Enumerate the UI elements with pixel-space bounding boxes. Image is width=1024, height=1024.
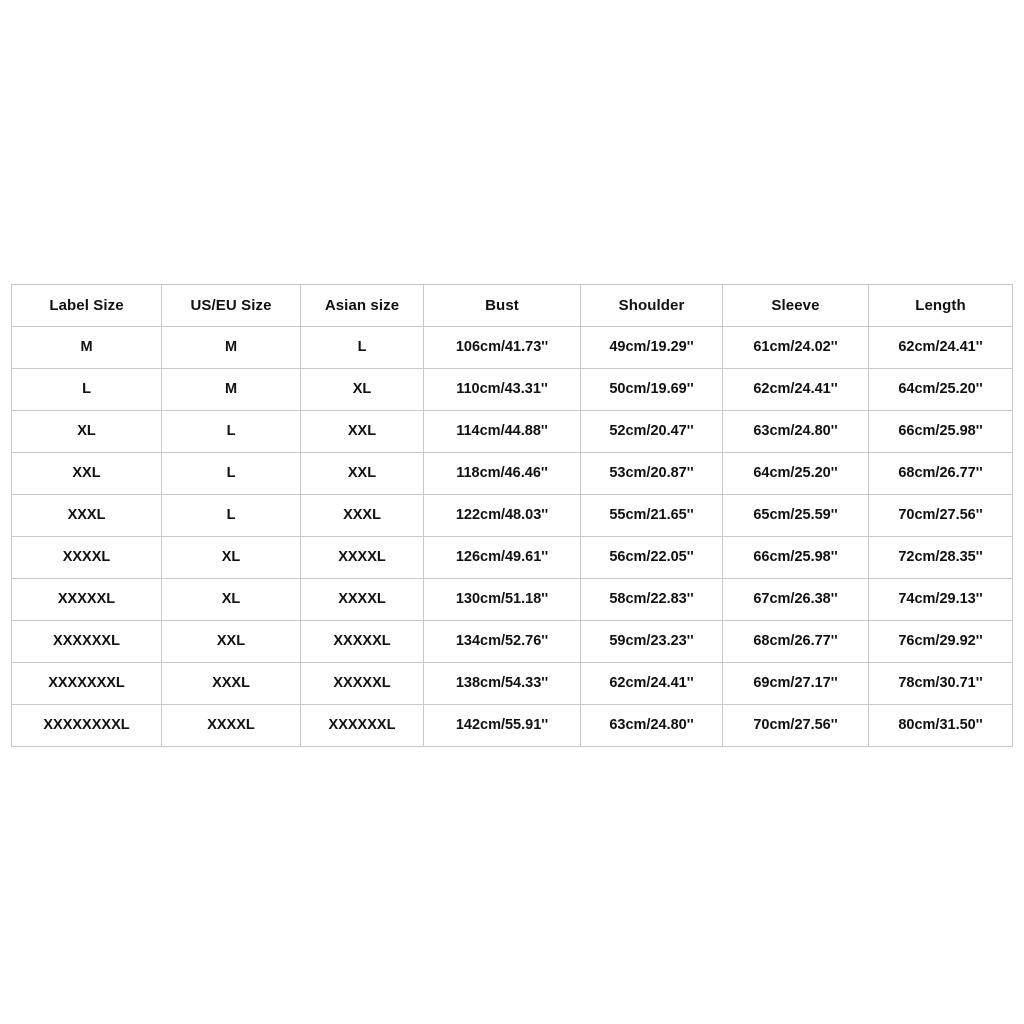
cell-shoulder: 55cm/21.65'' bbox=[580, 494, 723, 537]
cell-sleeve: 68cm/26.77'' bbox=[722, 620, 869, 663]
cell-sleeve: 61cm/24.02'' bbox=[722, 326, 869, 369]
cell-asian-size: XXL bbox=[300, 452, 424, 495]
cell-sleeve: 67cm/26.38'' bbox=[722, 578, 869, 621]
column-header-sleeve: Sleeve bbox=[722, 284, 869, 327]
cell-length: 74cm/29.13'' bbox=[868, 578, 1013, 621]
cell-sleeve: 70cm/27.56'' bbox=[722, 704, 869, 747]
table-row: L M XL 110cm/43.31'' 50cm/19.69'' 62cm/2… bbox=[11, 368, 1013, 411]
cell-label-size: M bbox=[11, 326, 162, 369]
table-row: XXXXL XL XXXXL 126cm/49.61'' 56cm/22.05'… bbox=[11, 536, 1013, 579]
cell-label-size: XXXXXL bbox=[11, 578, 162, 621]
table-row: XXXXXL XL XXXXL 130cm/51.18'' 58cm/22.83… bbox=[11, 578, 1013, 621]
table-header: Label Size US/EU Size Asian size Bust Sh… bbox=[11, 284, 1013, 327]
cell-length: 78cm/30.71'' bbox=[868, 662, 1013, 705]
cell-bust: 126cm/49.61'' bbox=[423, 536, 581, 579]
cell-us-eu-size: XXL bbox=[161, 620, 301, 663]
column-header-length: Length bbox=[868, 284, 1013, 327]
cell-length: 80cm/31.50'' bbox=[868, 704, 1013, 747]
cell-bust: 122cm/48.03'' bbox=[423, 494, 581, 537]
cell-asian-size: XXXL bbox=[300, 494, 424, 537]
table-body: M M L 106cm/41.73'' 49cm/19.29'' 61cm/24… bbox=[11, 326, 1013, 747]
column-header-bust: Bust bbox=[423, 284, 581, 327]
column-header-shoulder: Shoulder bbox=[580, 284, 723, 327]
cell-length: 72cm/28.35'' bbox=[868, 536, 1013, 579]
cell-length: 64cm/25.20'' bbox=[868, 368, 1013, 411]
cell-us-eu-size: XXXXL bbox=[161, 704, 301, 747]
cell-bust: 142cm/55.91'' bbox=[423, 704, 581, 747]
header-row: Label Size US/EU Size Asian size Bust Sh… bbox=[11, 284, 1013, 327]
cell-shoulder: 59cm/23.23'' bbox=[580, 620, 723, 663]
cell-bust: 138cm/54.33'' bbox=[423, 662, 581, 705]
cell-label-size: XXXXL bbox=[11, 536, 162, 579]
cell-us-eu-size: M bbox=[161, 368, 301, 411]
cell-length: 70cm/27.56'' bbox=[868, 494, 1013, 537]
cell-shoulder: 56cm/22.05'' bbox=[580, 536, 723, 579]
table-row: M M L 106cm/41.73'' 49cm/19.29'' 61cm/24… bbox=[11, 326, 1013, 369]
cell-label-size: L bbox=[11, 368, 162, 411]
column-header-asian-size: Asian size bbox=[300, 284, 424, 327]
cell-sleeve: 65cm/25.59'' bbox=[722, 494, 869, 537]
table-row: XXXXXXXXL XXXXL XXXXXXL 142cm/55.91'' 63… bbox=[11, 704, 1013, 747]
column-header-us-eu-size: US/EU Size bbox=[161, 284, 301, 327]
cell-bust: 114cm/44.88'' bbox=[423, 410, 581, 453]
cell-us-eu-size: XL bbox=[161, 536, 301, 579]
cell-bust: 130cm/51.18'' bbox=[423, 578, 581, 621]
cell-asian-size: XXL bbox=[300, 410, 424, 453]
cell-asian-size: L bbox=[300, 326, 424, 369]
cell-label-size: XXXXXXXL bbox=[11, 662, 162, 705]
cell-length: 66cm/25.98'' bbox=[868, 410, 1013, 453]
table-row: XXL L XXL 118cm/46.46'' 53cm/20.87'' 64c… bbox=[11, 452, 1013, 495]
cell-length: 76cm/29.92'' bbox=[868, 620, 1013, 663]
cell-label-size: XXXL bbox=[11, 494, 162, 537]
cell-us-eu-size: L bbox=[161, 452, 301, 495]
cell-bust: 118cm/46.46'' bbox=[423, 452, 581, 495]
cell-asian-size: XXXXXL bbox=[300, 620, 424, 663]
cell-shoulder: 53cm/20.87'' bbox=[580, 452, 723, 495]
cell-us-eu-size: XL bbox=[161, 578, 301, 621]
cell-length: 68cm/26.77'' bbox=[868, 452, 1013, 495]
size-chart-table: Label Size US/EU Size Asian size Bust Sh… bbox=[11, 284, 1013, 747]
cell-asian-size: XXXXL bbox=[300, 536, 424, 579]
cell-sleeve: 63cm/24.80'' bbox=[722, 410, 869, 453]
table-row: XL L XXL 114cm/44.88'' 52cm/20.47'' 63cm… bbox=[11, 410, 1013, 453]
cell-length: 62cm/24.41'' bbox=[868, 326, 1013, 369]
cell-shoulder: 63cm/24.80'' bbox=[580, 704, 723, 747]
cell-asian-size: XXXXXXL bbox=[300, 704, 424, 747]
cell-bust: 110cm/43.31'' bbox=[423, 368, 581, 411]
cell-shoulder: 49cm/19.29'' bbox=[580, 326, 723, 369]
table-row: XXXXXXXL XXXL XXXXXL 138cm/54.33'' 62cm/… bbox=[11, 662, 1013, 705]
cell-asian-size: XXXXXL bbox=[300, 662, 424, 705]
cell-sleeve: 62cm/24.41'' bbox=[722, 368, 869, 411]
cell-sleeve: 69cm/27.17'' bbox=[722, 662, 869, 705]
cell-shoulder: 62cm/24.41'' bbox=[580, 662, 723, 705]
cell-us-eu-size: M bbox=[161, 326, 301, 369]
cell-shoulder: 52cm/20.47'' bbox=[580, 410, 723, 453]
cell-asian-size: XXXXL bbox=[300, 578, 424, 621]
cell-label-size: XL bbox=[11, 410, 162, 453]
cell-bust: 106cm/41.73'' bbox=[423, 326, 581, 369]
cell-bust: 134cm/52.76'' bbox=[423, 620, 581, 663]
cell-sleeve: 66cm/25.98'' bbox=[722, 536, 869, 579]
cell-label-size: XXL bbox=[11, 452, 162, 495]
cell-shoulder: 58cm/22.83'' bbox=[580, 578, 723, 621]
table-row: XXXXXXL XXL XXXXXL 134cm/52.76'' 59cm/23… bbox=[11, 620, 1013, 663]
cell-label-size: XXXXXXXXL bbox=[11, 704, 162, 747]
cell-us-eu-size: XXXL bbox=[161, 662, 301, 705]
cell-shoulder: 50cm/19.69'' bbox=[580, 368, 723, 411]
table-row: XXXL L XXXL 122cm/48.03'' 55cm/21.65'' 6… bbox=[11, 494, 1013, 537]
cell-label-size: XXXXXXL bbox=[11, 620, 162, 663]
cell-sleeve: 64cm/25.20'' bbox=[722, 452, 869, 495]
cell-us-eu-size: L bbox=[161, 494, 301, 537]
cell-us-eu-size: L bbox=[161, 410, 301, 453]
size-chart-container: Label Size US/EU Size Asian size Bust Sh… bbox=[11, 284, 1013, 747]
cell-asian-size: XL bbox=[300, 368, 424, 411]
column-header-label-size: Label Size bbox=[11, 284, 162, 327]
